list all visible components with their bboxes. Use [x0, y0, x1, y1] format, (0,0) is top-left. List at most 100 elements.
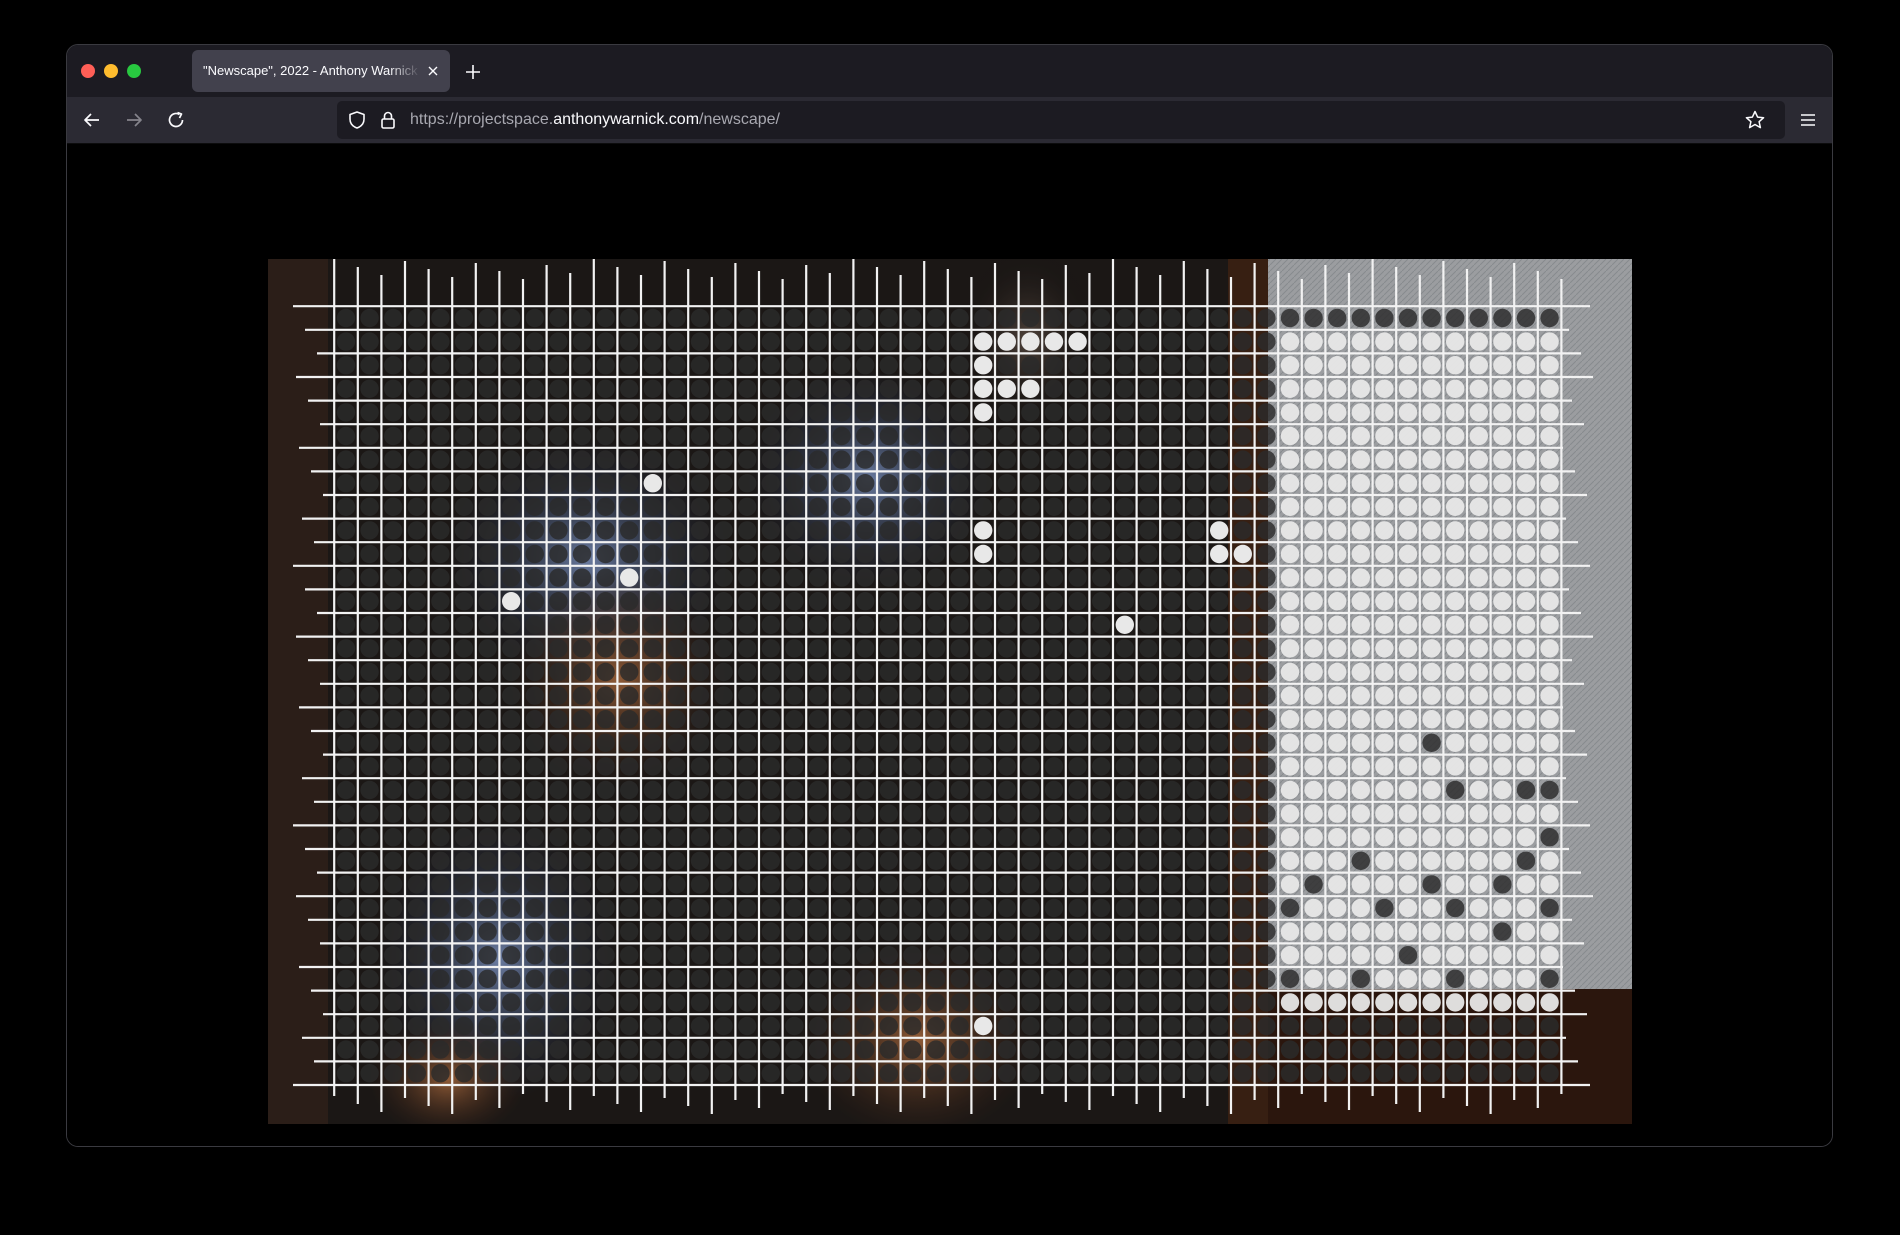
grid-dot — [336, 898, 356, 918]
close-icon[interactable] — [426, 64, 440, 78]
url-text[interactable]: https://projectspace.anthonywarnick.com/… — [410, 111, 780, 129]
grid-dot — [690, 733, 710, 752]
grid-dot — [879, 710, 898, 729]
grid-dot — [384, 568, 403, 587]
grid-dot — [384, 780, 403, 800]
grid-dot — [407, 521, 426, 540]
grid-dot — [1422, 804, 1441, 823]
grid-dot — [454, 403, 474, 422]
grid-dot — [950, 521, 969, 540]
grid-dot — [903, 780, 922, 800]
grid-dot — [1422, 521, 1441, 540]
grid-dot — [879, 780, 898, 800]
grid-dot — [1068, 592, 1087, 611]
grid-dot — [1540, 946, 1559, 965]
grid-dot — [1257, 828, 1276, 847]
grid-dot — [384, 804, 403, 823]
grid-dot — [1304, 993, 1323, 1012]
grid-dot — [1162, 710, 1182, 729]
grid-dot — [549, 733, 568, 752]
grid-dot — [1375, 922, 1394, 941]
grid-dot — [714, 662, 733, 682]
window-minimize-button[interactable] — [104, 64, 118, 78]
grid-dot — [454, 1040, 474, 1059]
grid-dot — [1068, 474, 1087, 493]
grid-dot — [596, 497, 615, 516]
grid-dot — [1469, 1016, 1489, 1036]
grid-dot — [785, 1016, 804, 1036]
grid-dot — [950, 710, 969, 729]
grid-dot — [1375, 592, 1394, 611]
grid-dot — [620, 710, 639, 729]
grid-dot — [431, 1016, 450, 1036]
grid-dot — [454, 733, 474, 752]
grid-dot — [1375, 639, 1394, 658]
grid-dot — [808, 946, 828, 965]
grid-dot — [1398, 780, 1418, 800]
url-bar[interactable]: https://projectspace.anthonywarnick.com/… — [337, 101, 1785, 139]
grid-dot — [926, 875, 946, 894]
grid-dot — [407, 875, 426, 894]
grid-dot — [950, 993, 969, 1012]
grid-dot — [1328, 356, 1347, 375]
window-maximize-button[interactable] — [127, 64, 141, 78]
grid-dot — [667, 1064, 686, 1083]
grid-dot — [454, 851, 474, 870]
grid-dot — [1469, 969, 1489, 988]
grid-dot — [903, 969, 922, 988]
grid-dot — [643, 356, 662, 375]
grid-dot — [1115, 568, 1134, 587]
grid-dot — [549, 568, 568, 587]
grid-dot — [525, 592, 544, 611]
grid-dot — [1351, 615, 1371, 634]
grid-dot — [1115, 946, 1134, 965]
window-close-button[interactable] — [81, 64, 95, 78]
grid-dot — [1139, 851, 1158, 870]
grid-dot — [1162, 804, 1182, 823]
reload-icon[interactable] — [165, 109, 187, 131]
hamburger-menu-icon[interactable] — [1797, 109, 1819, 131]
grid-dot — [1068, 497, 1087, 516]
grid-dot — [667, 757, 686, 776]
grid-dot — [1351, 969, 1371, 988]
grid-dot — [903, 615, 922, 634]
grid-dot — [1115, 922, 1134, 941]
grid-dot — [1280, 568, 1300, 587]
grid-dot — [1375, 851, 1394, 870]
shield-icon[interactable] — [346, 109, 368, 131]
grid-dot — [596, 851, 615, 870]
grid-dot — [596, 993, 615, 1012]
grid-dot — [384, 828, 403, 847]
grid-dot — [1446, 592, 1465, 611]
grid-dot — [643, 828, 662, 847]
grid-dot — [1068, 1016, 1087, 1036]
grid-dot — [1375, 969, 1394, 988]
grid-dot — [1162, 615, 1182, 634]
back-arrow-icon[interactable] — [81, 109, 103, 131]
grid-dot — [808, 969, 828, 988]
newscape-artwork[interactable] — [268, 259, 1632, 1124]
grid-dot — [832, 639, 851, 658]
star-icon[interactable] — [1744, 109, 1766, 131]
grid-dot — [478, 780, 497, 800]
plus-icon[interactable] — [463, 62, 483, 82]
grid-dot — [1469, 898, 1489, 918]
forward-arrow-icon[interactable] — [123, 109, 145, 131]
grid-dot — [738, 639, 757, 658]
lock-icon[interactable] — [377, 109, 399, 131]
grid-dot — [1115, 828, 1134, 847]
tab-newscape[interactable]: "Newscape", 2022 - Anthony Warnick — [192, 50, 450, 92]
grid-dot — [643, 733, 662, 752]
grid-dot — [407, 780, 426, 800]
grid-dot — [1469, 757, 1489, 776]
grid-dot — [1092, 568, 1111, 587]
grid-dot — [1139, 426, 1158, 446]
grid-dot — [620, 828, 639, 847]
grid-dot — [360, 1016, 379, 1036]
grid-dot — [1092, 1040, 1111, 1059]
grid-dot — [832, 521, 851, 540]
grid-dot — [808, 1064, 828, 1083]
grid-dot — [1493, 568, 1512, 587]
grid-dot — [1280, 686, 1300, 705]
grid-dot — [832, 308, 851, 328]
